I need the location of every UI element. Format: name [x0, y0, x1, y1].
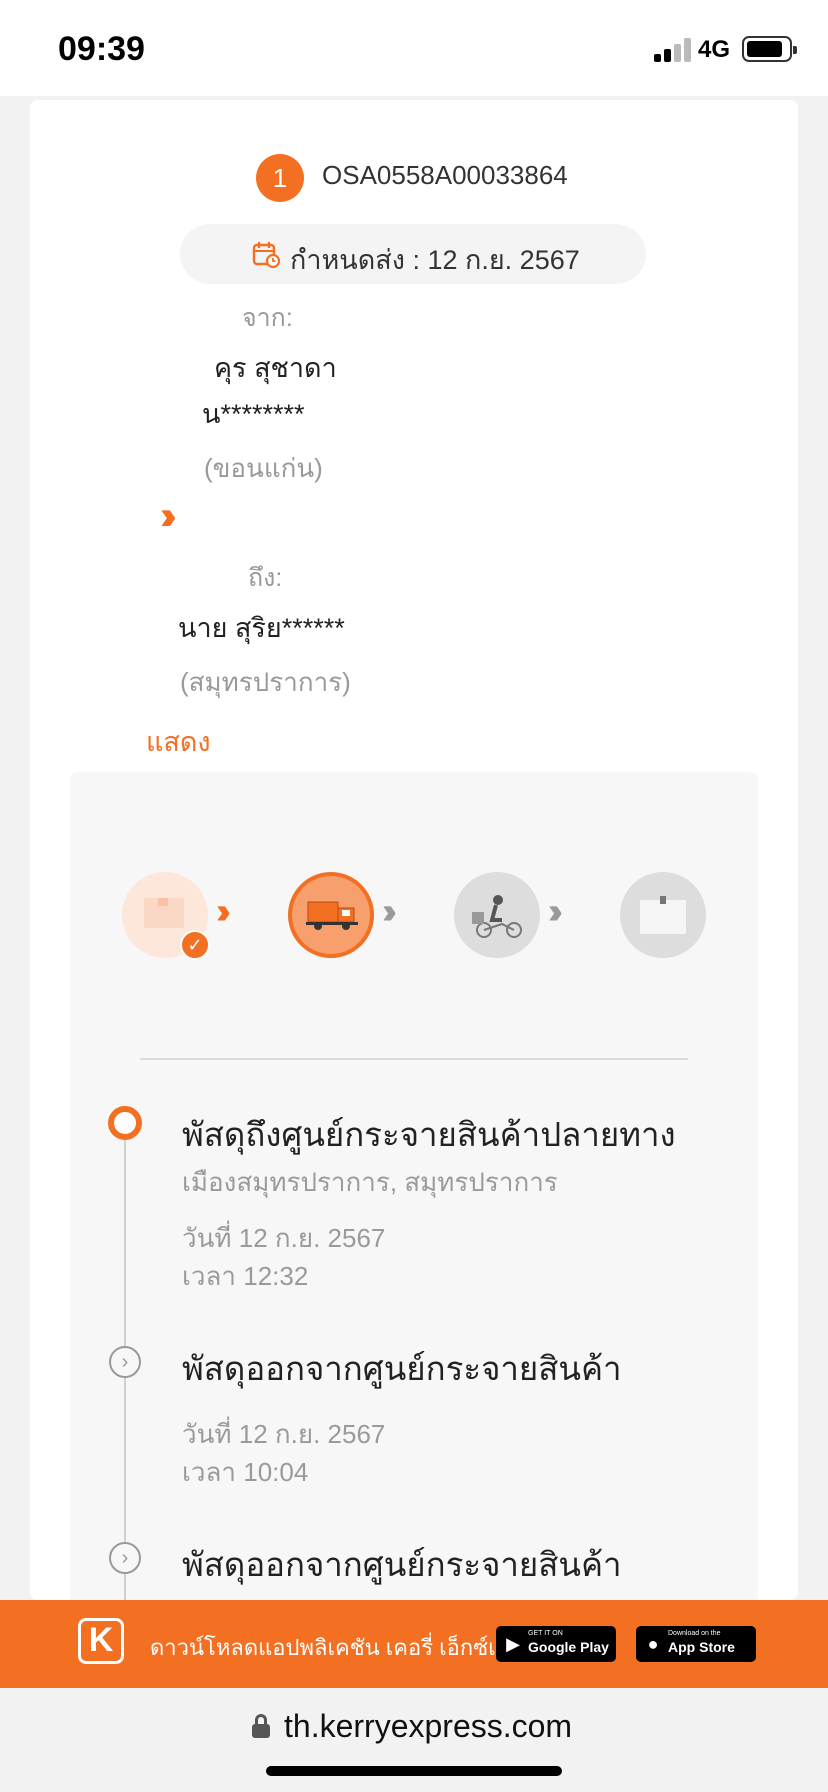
event-title: พัสดุถึงศูนย์กระจายสินค้าปลายทาง: [182, 1116, 676, 1153]
step-parcel-received: ✓: [122, 872, 210, 960]
google-play-button[interactable]: ▶ GET IT ON Google Play: [496, 1626, 616, 1662]
event-date: วันที่ 12 ก.ย. 2567: [182, 1223, 386, 1253]
step-arrow-icon: ››: [382, 890, 397, 931]
timeline-current-dot: [108, 1106, 142, 1140]
google-play-label: Google Play: [528, 1639, 609, 1655]
divider: [140, 1058, 688, 1060]
step-in-transit: [288, 872, 374, 958]
network-type: 4G: [698, 36, 731, 63]
browser-url-bar[interactable]: th.kerryexpress.com: [0, 1688, 828, 1792]
due-date-text: กำหนดส่ง : 12 ก.ย. 2567: [290, 245, 580, 275]
scooter-courier-icon: [472, 895, 522, 938]
chevron-right-icon: ›: [109, 1346, 141, 1378]
sender-province: (ขอนแก่น): [204, 453, 323, 483]
double-chevron-icon: ››: [160, 494, 176, 538]
due-date-pill: กำหนดส่ง : 12 ก.ย. 2567: [180, 224, 646, 284]
event-time: เวลา 10:04: [182, 1457, 309, 1487]
event-date: วันที่ 12 ก.ย. 2567: [182, 1419, 386, 1449]
show-details-link[interactable]: แสดง: [146, 720, 211, 763]
box-icon: [640, 896, 686, 934]
home-indicator[interactable]: [266, 1766, 562, 1776]
step-arrow-icon: ››: [216, 890, 231, 931]
check-icon: ✓: [180, 930, 210, 960]
chevron-right-icon: ›: [109, 1542, 141, 1574]
event-location: เมืองสมุทรปราการ, สมุทรปราการ: [182, 1167, 558, 1197]
sender-masked: น********: [202, 399, 305, 429]
step-delivered: [620, 872, 706, 958]
status-time: 09:39: [58, 30, 145, 68]
app-store-button[interactable]: ● Download on the App Store: [636, 1626, 756, 1662]
event-title: พัสดุออกจากศูนย์กระจายสินค้า: [182, 1546, 622, 1583]
battery-icon: [742, 36, 797, 62]
step-arrow-icon: ››: [548, 890, 563, 931]
step-courier-delivery: [454, 872, 540, 958]
truck-icon: [306, 901, 358, 930]
to-label: ถึง:: [248, 564, 283, 592]
app-store-small-text: Download on the: [668, 1630, 721, 1637]
banner-text: ดาวน์โหลดแอปพลิเคชัน เคอรี่ เอ็กซ์เพรส: [150, 1635, 536, 1660]
shipment-index-badge: 1: [256, 154, 304, 202]
status-bar: 09:39 4G: [0, 0, 828, 96]
sender-name: คุร สุชาดา: [214, 353, 337, 383]
receiver-province: (สมุทรปราการ): [180, 667, 351, 697]
url-text[interactable]: th.kerryexpress.com: [284, 1708, 572, 1745]
app-store-label: App Store: [668, 1639, 735, 1655]
calendar-icon: [252, 242, 280, 268]
google-play-small-text: GET IT ON: [528, 1630, 563, 1637]
tracking-number: OSA0558A00033864: [322, 160, 568, 190]
app-download-banner[interactable]: K ดาวน์โหลดแอปพลิเคชัน เคอรี่ เอ็กซ์เพรส…: [0, 1600, 828, 1688]
tracking-panel: ✓ ›› ›› ›› พัสดุถึงศูนย์กระจายสินค้าปลาย…: [70, 772, 758, 1682]
timeline-line: [124, 1122, 126, 1682]
lock-icon: [252, 1714, 270, 1738]
from-label: จาก:: [242, 304, 293, 332]
google-play-icon: ▶: [506, 1634, 520, 1654]
event-title: พัสดุออกจากศูนย์กระจายสินค้า: [182, 1350, 622, 1387]
event-time: เวลา 12:32: [182, 1261, 309, 1291]
kerry-logo: K: [78, 1618, 124, 1664]
signal-icon: [652, 38, 692, 62]
receiver-name: นาย สุริย******: [178, 613, 345, 643]
apple-icon: ●: [647, 1634, 659, 1654]
